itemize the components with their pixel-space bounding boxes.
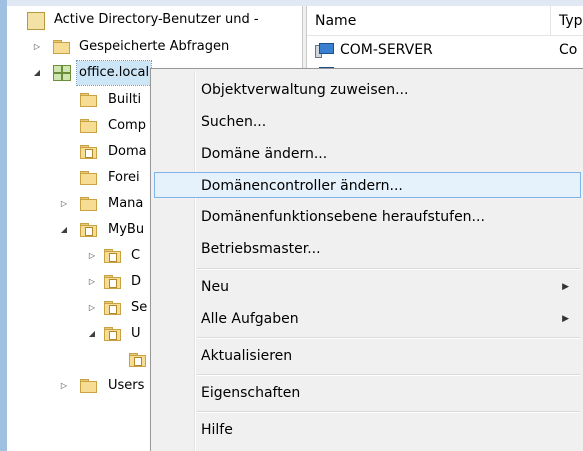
menu-item-delegate-control[interactable]: Objektverwaltung zuweisen... — [154, 77, 581, 103]
tree-item-root-label: Active Directory-Benutzer und - — [54, 12, 259, 27]
menu-item-all-tasks[interactable]: Alle Aufgaben ▶ — [154, 306, 581, 332]
tree-item-label: D — [131, 274, 142, 289]
chevron-right-icon[interactable]: ▷ — [87, 244, 97, 268]
ou-folder-icon — [80, 223, 97, 237]
ou-folder-icon — [104, 301, 121, 315]
tree-item-saved-queries[interactable]: ▷ Gespeicherte Abfragen — [7, 35, 302, 59]
folder-icon — [80, 119, 97, 133]
ou-folder-icon — [104, 275, 121, 289]
menu-item-label: Aktualisieren — [201, 348, 293, 364]
column-header-type[interactable]: Typ — [551, 6, 583, 36]
column-header-label: Name — [315, 13, 357, 29]
list-item-type: Co — [559, 42, 578, 58]
folder-icon — [80, 197, 97, 211]
context-menu: Objektverwaltung zuweisen... Suchen... D… — [150, 68, 583, 451]
menu-separator — [197, 337, 580, 339]
tree-item-label: U — [131, 326, 141, 341]
chevron-down-icon[interactable]: ◢ — [87, 322, 97, 346]
tree-item-label: Mana — [108, 196, 144, 211]
menu-item-new[interactable]: Neu ▶ — [154, 274, 581, 300]
submenu-arrow-icon: ▶ — [562, 282, 569, 292]
column-header-name[interactable]: Name — [307, 6, 551, 36]
menu-item-label: Domänenfunktionsebene heraufstufen... — [201, 209, 485, 225]
menu-separator — [197, 374, 580, 376]
tree-item-label: Forei — [108, 170, 140, 185]
menu-item-label: Eigenschaften — [201, 385, 301, 401]
tree-item-root[interactable]: Active Directory-Benutzer und - — [7, 8, 302, 32]
domain-icon — [53, 65, 71, 81]
menu-item-properties[interactable]: Eigenschaften — [154, 380, 581, 406]
menu-separator — [197, 411, 580, 413]
tree-item-label: Gespeicherte Abfragen — [79, 39, 230, 54]
chevron-right-icon[interactable]: ▷ — [32, 35, 42, 59]
folder-icon — [53, 40, 70, 54]
tree-item-label: Comp — [108, 118, 146, 133]
menu-item-change-domain-controller[interactable]: Domänencontroller ändern... — [154, 172, 581, 198]
chevron-down-icon[interactable]: ◢ — [59, 218, 69, 242]
menu-item-change-domain[interactable]: Domäne ändern... — [154, 141, 581, 167]
tree-item-label: MyBu — [108, 222, 145, 237]
chevron-right-icon[interactable]: ▷ — [87, 296, 97, 320]
ou-folder-icon — [80, 145, 97, 159]
menu-item-label: Betriebsmaster... — [201, 241, 321, 257]
tree-item-label: Doma — [108, 144, 147, 159]
folder-icon — [80, 171, 97, 185]
menu-item-label: Alle Aufgaben — [201, 311, 299, 327]
menu-item-help[interactable]: Hilfe — [154, 417, 581, 443]
list-item-name: COM-SERVER — [340, 42, 433, 58]
menu-item-label: Neu — [201, 279, 229, 295]
server-icon — [315, 43, 334, 58]
folder-icon — [80, 93, 97, 107]
menu-item-find[interactable]: Suchen... — [154, 109, 581, 135]
tree-item-label: Builti — [108, 92, 142, 107]
aduc-snapin-icon — [27, 12, 45, 30]
menu-item-label: Domäne ändern... — [201, 146, 328, 162]
tree-item-label: office.local — [75, 60, 153, 86]
menu-item-raise-domain-level[interactable]: Domänenfunktionsebene heraufstufen... — [154, 204, 581, 230]
chevron-right-icon[interactable]: ▷ — [59, 192, 69, 216]
chevron-right-icon[interactable]: ▷ — [59, 374, 69, 398]
ou-folder-icon — [104, 249, 121, 263]
menu-item-operations-masters[interactable]: Betriebsmaster... — [154, 236, 581, 262]
tree-item-label: C — [131, 248, 141, 263]
tree-item-label: Users — [108, 378, 145, 393]
submenu-arrow-icon: ▶ — [562, 314, 569, 324]
mmc-window: Active Directory-Benutzer und - ▷ Gespei… — [0, 0, 583, 451]
menu-item-label: Hilfe — [201, 422, 233, 438]
list-item[interactable]: COM-SERVER Co — [307, 38, 583, 62]
tree-item-label: Se — [131, 300, 148, 315]
column-header-label: Typ — [559, 13, 583, 29]
menu-separator — [197, 268, 580, 270]
folder-icon — [80, 379, 97, 393]
window-left-border — [0, 0, 7, 451]
chevron-down-icon[interactable]: ◢ — [32, 61, 42, 85]
menu-item-label: Suchen... — [201, 114, 267, 130]
menu-item-refresh[interactable]: Aktualisieren — [154, 343, 581, 369]
menu-item-label: Domänencontroller ändern... — [201, 178, 403, 194]
ou-folder-icon — [104, 327, 121, 341]
ou-folder-icon — [129, 353, 146, 367]
menu-item-label: Objektverwaltung zuweisen... — [201, 82, 409, 98]
chevron-right-icon[interactable]: ▷ — [87, 270, 97, 294]
